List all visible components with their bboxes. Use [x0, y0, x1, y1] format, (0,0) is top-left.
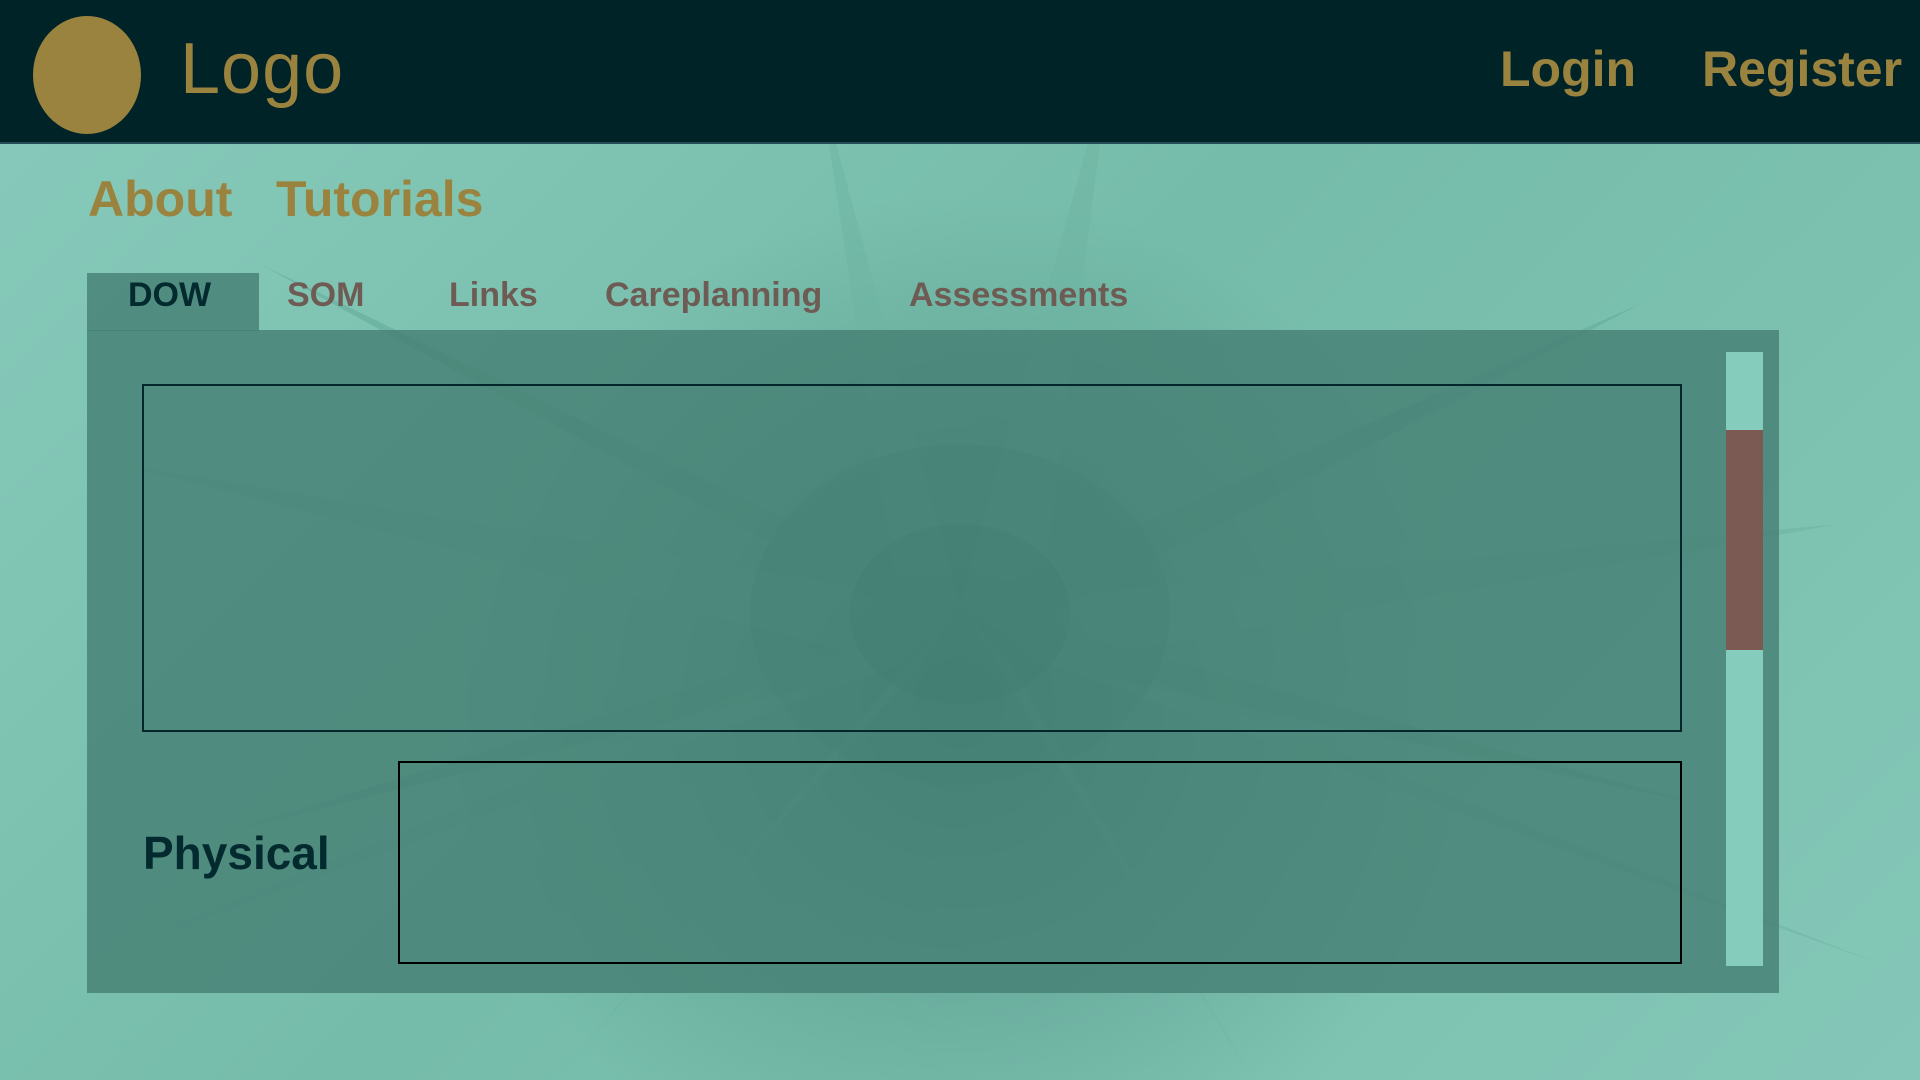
content-text-area[interactable]: [142, 384, 1682, 732]
top-navigation-bar: Logo Login Register: [0, 0, 1920, 144]
tab-dow[interactable]: DOW: [128, 276, 211, 315]
physical-label: Physical: [143, 827, 330, 879]
tab-som[interactable]: SOM: [287, 276, 364, 315]
logo-icon[interactable]: [33, 16, 141, 134]
tab-assessments[interactable]: Assessments: [909, 276, 1128, 315]
register-link[interactable]: Register: [1702, 40, 1902, 98]
tab-links[interactable]: Links: [449, 276, 538, 315]
logo-text[interactable]: Logo: [180, 28, 344, 110]
vertical-scrollbar-thumb[interactable]: [1726, 430, 1763, 650]
login-link[interactable]: Login: [1500, 40, 1636, 98]
nav-link-about[interactable]: About: [88, 170, 232, 228]
physical-input-area[interactable]: [398, 761, 1682, 964]
nav-link-tutorials[interactable]: Tutorials: [276, 170, 483, 228]
tab-careplanning[interactable]: Careplanning: [605, 276, 822, 315]
